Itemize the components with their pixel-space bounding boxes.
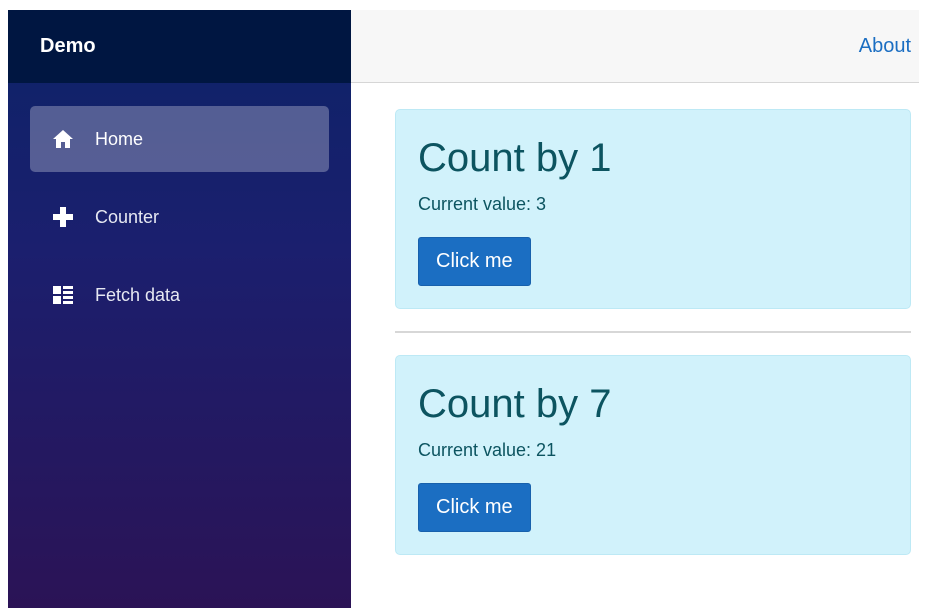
counter-card-1: Count by 1 Current value: 3 Click me	[395, 109, 911, 309]
list-icon	[51, 283, 75, 307]
brand-title[interactable]: Demo	[40, 35, 96, 58]
click-me-button[interactable]: Click me	[418, 237, 531, 286]
home-icon	[51, 127, 75, 151]
counter-title: Count by 7	[418, 382, 612, 426]
counter-card-7: Count by 7 Current value: 21 Click me	[395, 355, 911, 555]
sidebar-item-fetch-data[interactable]: Fetch data	[30, 262, 329, 328]
sidebar-nav: Home Counter Fetch data	[8, 83, 351, 328]
current-value: Current value: 3	[418, 194, 547, 214]
sidebar-item-label: Home	[95, 128, 144, 149]
current-value: Current value: 21	[418, 440, 557, 460]
app-frame: Demo Home Counter Fetch data About Count…	[8, 10, 919, 608]
main-area: About Count by 1 Current value: 3 Click …	[351, 10, 919, 608]
sidebar-item-label: Counter	[95, 206, 160, 227]
sidebar-header: Demo	[8, 10, 351, 83]
sidebar-item-label: Fetch data	[95, 284, 181, 305]
click-me-button[interactable]: Click me	[418, 483, 531, 532]
content: Count by 1 Current value: 3 Click me Cou…	[351, 83, 919, 555]
sidebar-item-counter[interactable]: Counter	[30, 184, 329, 250]
sidebar: Demo Home Counter Fetch data	[8, 10, 351, 608]
about-link[interactable]: About	[859, 35, 911, 58]
divider	[395, 331, 911, 333]
sidebar-item-home[interactable]: Home	[30, 106, 329, 172]
plus-icon	[51, 205, 75, 229]
top-bar: About	[351, 10, 919, 83]
counter-title: Count by 1	[418, 136, 612, 180]
